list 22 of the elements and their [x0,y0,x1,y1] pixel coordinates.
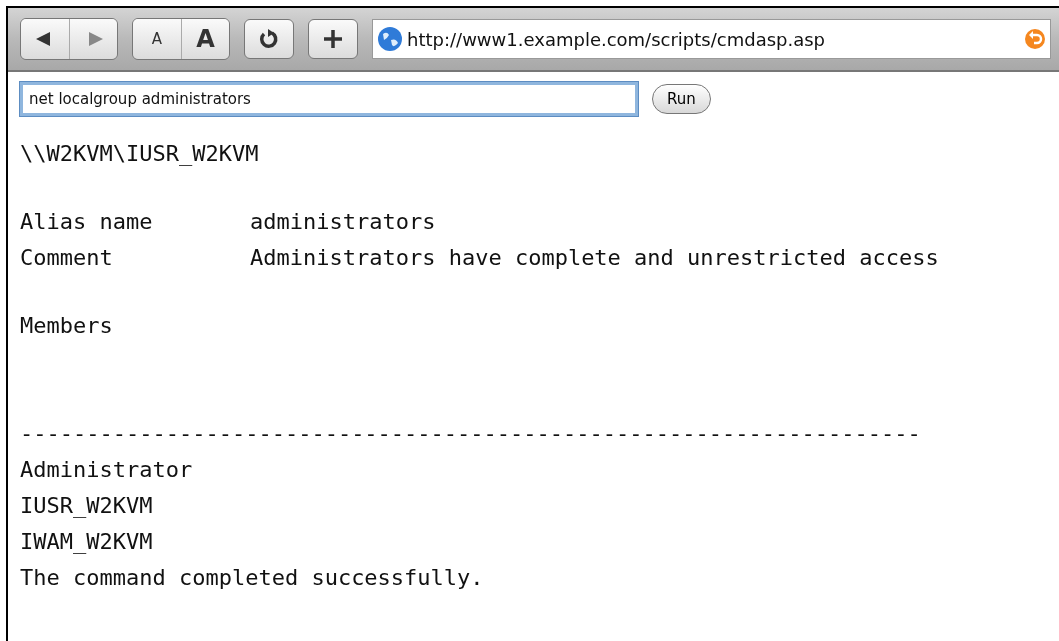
reload-icon [258,28,280,50]
property-value: administrators [250,208,436,236]
member-name: Administrator [20,456,194,484]
property-value: Administrators have complete and unrestricted access [250,244,939,272]
member-name: IUSR_W2KVM [20,492,154,520]
user-line: \\W2KVM\IUSR_W2KVM [20,140,260,168]
address-field[interactable]: http://www1.example.com/scripts/cmdasp.asp [372,19,1051,59]
command-input[interactable]: net localgroup administrators [20,82,638,116]
members-heading: Members [20,312,114,340]
back-button[interactable] [21,19,69,59]
plus-icon [322,28,344,50]
member-name: IWAM_W2KVM [20,528,154,556]
property-label: Alias name [20,208,154,236]
property-label: Comment [20,244,114,272]
separator-line: -------------------------------------------------------------------- [20,420,922,448]
text-bigger-button[interactable]: A [181,19,229,59]
result-message: The command completed successfully. [20,564,485,592]
text-smaller-button[interactable]: A [133,19,181,59]
add-bookmark-button[interactable] [308,19,358,59]
run-button[interactable]: Run [652,84,711,114]
globe-icon [377,26,403,52]
reload-button[interactable] [244,19,294,59]
